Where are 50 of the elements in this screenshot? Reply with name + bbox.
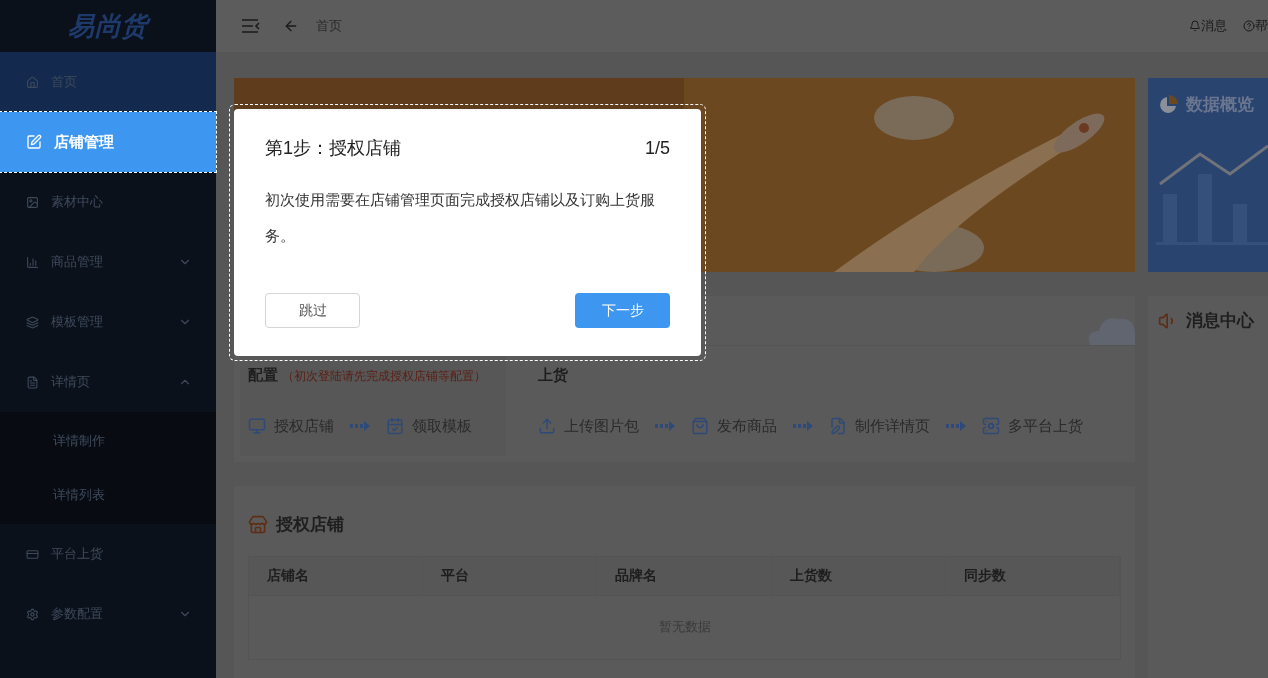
section-title: 配置: [248, 365, 278, 385]
menu-item-icon: [26, 315, 39, 329]
step-icon: [982, 416, 1000, 435]
submenu-item[interactable]: 详情制作: [0, 414, 216, 468]
menu-item-icon: [26, 255, 39, 269]
menu-item-icon: [26, 607, 39, 621]
column-header: 店铺名: [249, 556, 424, 595]
sidebar-item[interactable]: 商品管理: [0, 232, 216, 292]
sidebar-item[interactable]: 店铺管理: [0, 112, 216, 172]
header-link[interactable]: 帮: [1243, 16, 1268, 36]
menu-item-icon: [26, 375, 39, 389]
back-icon[interactable]: [283, 18, 299, 34]
skip-button[interactable]: 跳过: [265, 293, 360, 328]
card-title: 消息中心: [1186, 310, 1254, 332]
sidebar-item[interactable]: 详情页: [0, 352, 216, 412]
step-icon: [386, 416, 404, 435]
guide-title: 第1步：授权店铺: [265, 137, 401, 160]
section-title: 上货: [538, 365, 569, 385]
guide-text: 初次使用需要在店铺管理页面完成授权店铺以及订购上货服务。: [265, 190, 656, 246]
arrow-icon: [350, 420, 370, 431]
sidebar-item[interactable]: 素材中心: [0, 172, 216, 232]
arrow-icon: [655, 420, 675, 431]
menu-item-icon: [26, 134, 42, 150]
sidebar-item[interactable]: 平台上货: [0, 524, 216, 584]
submenu-item[interactable]: 详情列表: [0, 468, 216, 522]
column-header: 上货数: [771, 556, 946, 595]
card-title: 授权店铺: [276, 514, 344, 536]
menu-item-icon: [26, 195, 39, 209]
pie-chart-icon: [1158, 94, 1178, 115]
step-icon: [538, 416, 556, 435]
bell-icon: [1189, 20, 1201, 32]
step-icon: [248, 416, 266, 435]
menu-icon[interactable]: [242, 19, 260, 33]
card-title: 数据概览: [1186, 94, 1254, 116]
step-icon: [691, 416, 709, 435]
sidebar-item[interactable]: 参数配置: [0, 584, 216, 644]
next-button[interactable]: 下一步: [575, 293, 670, 328]
arrow-icon: [946, 420, 966, 431]
menu-item-icon: [26, 75, 39, 89]
menu-item-icon: [26, 547, 39, 561]
step-counter: 1/5: [644, 137, 670, 160]
arrow-icon: [793, 420, 813, 431]
step-icon: [829, 416, 847, 435]
column-header: 品牌名: [597, 556, 772, 595]
header-link[interactable]: 消息: [1189, 16, 1227, 36]
shop-icon: [248, 514, 268, 535]
help-icon: [1243, 20, 1255, 32]
column-header: 同步数: [945, 556, 1120, 595]
column-header: 平台: [423, 556, 598, 595]
sidebar-item[interactable]: 模板管理: [0, 292, 216, 352]
